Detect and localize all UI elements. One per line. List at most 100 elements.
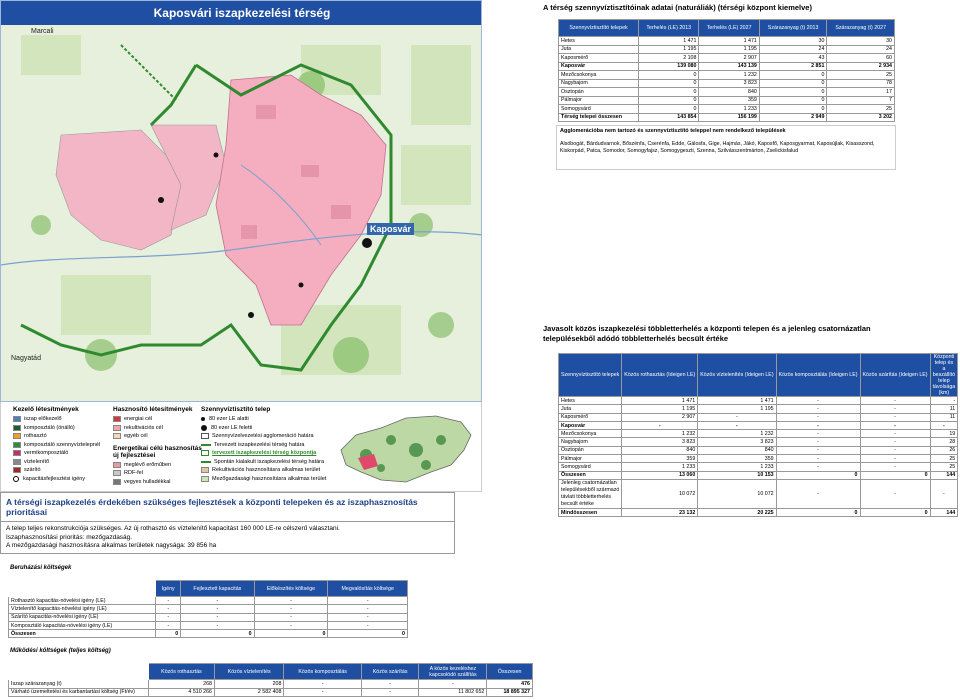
table-row-total: Összesen 0 0 0 0: [7, 629, 408, 639]
column-header: Közös rothasztás (Ideigen LE): [621, 353, 699, 397]
column-header: Közös rothasztás: [148, 663, 215, 680]
legend-col-facilities: Kezelő létesítmények iszap előkezelő kom…: [13, 406, 100, 483]
priority-body: A telep teljes rekonstrukciója szükséges…: [1, 522, 454, 554]
legend-item: 80 ezer LE feletti: [201, 424, 326, 433]
legend-item: energiai cél: [113, 415, 202, 424]
table-row: Somogysárd 0 1 233 0 25: [557, 104, 895, 114]
agglomeration-title: Agglomerációba nem tartozó és szennyvízt…: [560, 128, 786, 134]
column-header: Közös víztelenítés (Ideigen LE): [697, 353, 777, 397]
table-row: Jelenleg csatornázatlan településekből s…: [557, 478, 959, 509]
legend-item: Szennyvízelvezetési agglomeráció határa: [201, 432, 326, 441]
priority-line: Iszaphasznosítási prioritás: mezőgazdasá…: [6, 533, 133, 541]
legend-item: víztelenítő: [13, 458, 100, 467]
legend-item: Mezőgazdasági hasznosításra alkalmas ter…: [201, 475, 326, 484]
legend-item: 80 ezer LE alatti: [201, 415, 326, 424]
legend-col-utilization: Hasznosító létesítmények energiai cél re…: [113, 406, 202, 486]
legend-item: vegyes hulladékkal: [113, 478, 202, 487]
operation-cost-table: Közös rothasztás Közös víztelenítés Közö…: [8, 663, 533, 697]
legend-heading: Energetikai célú hasznosítás: [113, 444, 202, 452]
column-header: Összesen: [486, 663, 533, 680]
table-row: Nagybajom 0 3 823 0 78: [557, 78, 895, 88]
legend-item: vermikomposztáló: [13, 449, 100, 458]
column-header: Közös szárítás: [360, 663, 420, 680]
table2-title: Javasolt közös iszapkezelési többletterh…: [543, 324, 871, 343]
legend-item: Tervezett iszapkezelési térség határa: [201, 441, 326, 450]
column-header: A közös kezeléshez kapcsolódó szállítás: [418, 663, 488, 680]
legend-heading: Szennyvíztisztító telep: [201, 406, 271, 413]
table-row-highlight: Kaposvár - - - - -: [557, 420, 959, 431]
legend-item: egyéb cél: [113, 432, 202, 441]
table-row: Pálmajor 359 359- -25: [557, 454, 959, 464]
table-row: Várható üzemeltetési és karbantartási kö…: [8, 687, 533, 697]
legend-item: RDF-fel: [113, 469, 202, 478]
table-row: Osztopán 840 840- -26: [557, 445, 959, 456]
column-header: Terhelés (LE) 2027: [698, 19, 760, 37]
legend-item: kapacitásfejlesztési igény: [13, 475, 100, 484]
table-row: Mezőcsokonya 1 232 1 232- -19: [557, 429, 959, 439]
table-row: Víztelenítő kapacitás-növelési igény (LE…: [7, 604, 408, 614]
table-row: Kaposmérő 2 108 2 907 43 60: [557, 53, 895, 63]
legend-item: szárító: [13, 466, 100, 475]
town-label-marcali: Marcali: [31, 28, 54, 35]
table-row: Szárító kapacitás-növelési igény (LE) - - -…: [7, 612, 408, 622]
legend-item: rothasztó: [13, 432, 100, 441]
wwtp-data-table: Szennyvíztisztító telepek Terhelés (LE) …: [557, 19, 895, 122]
table-row: Juta 1 195 1 195- -11: [557, 404, 959, 414]
column-header: Igény: [155, 580, 182, 597]
table-row: Mezőcsokonya 0 1 232 0 25: [557, 70, 895, 80]
legend-heading: új fejlesztései: [113, 451, 156, 459]
column-header: Közös komposztálás: [283, 663, 362, 680]
joint-treatment-table: Szennyvíztisztító telepek Közös rothaszt…: [557, 353, 959, 518]
table-row-grand-total: Mindösszesen 23 132 20 225 0 0 144: [557, 507, 959, 518]
operation-title: Működési költségek (teljes költség): [10, 648, 111, 654]
legend-item: iszap előkezelő: [13, 415, 100, 424]
priority-line: A mezőgazdasági hasznosításra alkalmas t…: [6, 542, 217, 549]
column-header: [7, 580, 157, 597]
column-header: Fejlesztett kapacitás: [180, 580, 255, 597]
table1-title: A térség szennyvíztisztítóinak adatai (n…: [543, 3, 812, 12]
priority-line: A telep teljes rekonstrukciója szükséges…: [6, 525, 340, 532]
town-label-nagyatad: Nagyatád: [11, 355, 41, 362]
legend-item: meglévő erőműben: [113, 461, 202, 470]
table-row-highlight: Kaposvár 139 080 143 139 2 851 2 934: [557, 61, 895, 71]
table-row: Pálmajor 0 359 0 7: [557, 95, 895, 105]
map-title: Kaposvári iszapkezelési térség: [1, 1, 481, 25]
legend-col-wwtp: Szennyvíztisztító telep 80 ezer LE alatt…: [201, 406, 326, 483]
agglomeration-settlements: Alsóbogát, Bárdudvarnok, Bőszénfa, Cseré…: [560, 141, 875, 154]
column-header: Terhelés (LE) 2013: [638, 19, 700, 37]
priority-title: A térségi iszapkezelés érdekében szükség…: [1, 493, 454, 522]
column-header: Szennyvíztisztító telepek: [557, 353, 623, 397]
region-map: [1, 25, 481, 401]
table-row: Hetes 1 471 1 471- - -: [557, 395, 959, 406]
legend-heading: Hasznosító létesítmények: [113, 406, 193, 413]
column-header: Megvalósítás költsége: [327, 580, 408, 597]
legend-item: tervezett iszapkezelési térség központja: [201, 449, 326, 458]
column-header: Közös szárítás (Ideigen LE): [859, 353, 931, 397]
column-header: Szárazanyag (t) 2013: [758, 19, 828, 37]
table-row: Rothasztó kapacitás-növelési igény (LE) -…: [7, 595, 408, 606]
table-row: Somogysárd 1 233 1 233- -25: [557, 462, 959, 472]
investment-title: Beruházási költségek: [10, 565, 72, 571]
legend-item: komposztáló szennyvíztelepnél: [13, 441, 100, 450]
legend-item: Rekultivációs hasznosításra alkalmas ter…: [201, 466, 326, 475]
table-row-total: Térség telepei összesen 143 854 156 199 2 9…: [557, 112, 895, 122]
table-row: Hetes 1 471 1 471 30 30: [557, 36, 895, 46]
legend-item: komposztáló (önálló): [13, 424, 100, 433]
table-row: Kaposmérő 2 907- - -11: [557, 412, 959, 422]
table-row: Osztopán 0 840 0 17: [557, 87, 895, 97]
map-panel: Kaposvári iszapkezelési térség Marcali N…: [0, 0, 482, 402]
hungary-inset-map: [340, 415, 472, 483]
column-header: [8, 663, 149, 680]
table-row: Iszap szárazanyag (t) 268 208- - -476: [8, 679, 533, 689]
column-header: Szennyvíztisztító telepek: [557, 19, 640, 37]
table-row: Juta 1 195 1 195 24 24: [557, 44, 895, 54]
column-header: Előkészítés költsége: [253, 580, 329, 597]
table-row-total: Összesen 13 060 10 153 0 0 144: [557, 470, 959, 480]
town-label-kaposvar: Kaposvár: [367, 223, 415, 235]
legend-heading: Kezelő létesítmények: [13, 406, 79, 413]
table-row: Nagybajom 3 823 3 823- -28: [557, 437, 959, 447]
agglomeration-note: Agglomerációba nem tartozó és szennyvízt…: [556, 125, 896, 170]
legend-item: Spontán kialakult iszapkezelési térség h…: [201, 458, 326, 467]
priority-box: A térségi iszapkezelés érdekében szükség…: [0, 492, 455, 554]
column-header: Közös víztelenítés: [213, 663, 285, 680]
